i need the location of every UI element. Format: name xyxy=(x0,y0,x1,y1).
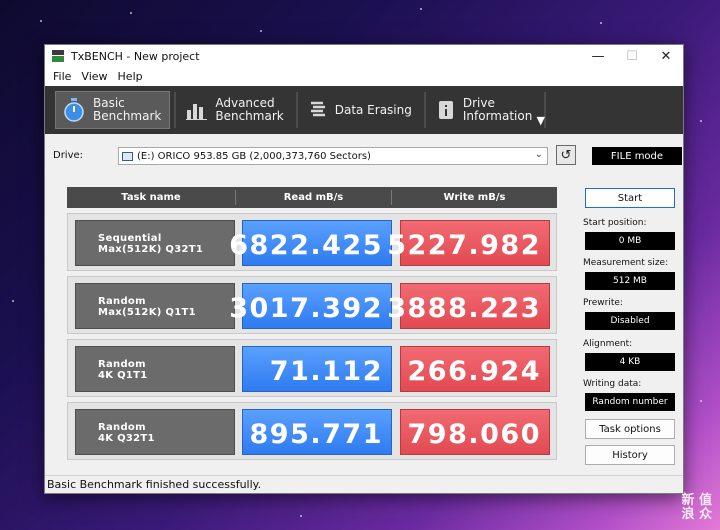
read-value: 6822.425 xyxy=(229,230,383,261)
stopwatch-icon xyxy=(64,98,84,122)
app-icon xyxy=(52,50,64,62)
grid-header: Task name Read mB/s Write mB/s xyxy=(67,187,557,208)
task-random-512k-q1t1-button[interactable]: Random Max(512K) Q1T1 xyxy=(75,283,235,329)
toolbar: Basic Benchmark Advanced Benchmark Data … xyxy=(45,86,683,134)
basic-benchmark-button[interactable]: Basic Benchmark xyxy=(55,91,171,129)
watermark-line-2: 浪 众 xyxy=(681,507,712,522)
writing-data-value[interactable]: Random number xyxy=(585,393,675,411)
read-value: 3017.392 xyxy=(229,293,383,324)
drive-information-button[interactable]: Drive Information xyxy=(430,91,540,129)
menu-file[interactable]: File xyxy=(48,70,76,83)
start-button[interactable]: Start xyxy=(585,188,675,208)
drive-information-label-2: Information xyxy=(462,109,533,123)
app-window: TxBENCH - New project — ☐ ✕ File View He… xyxy=(44,44,684,494)
task-sequential-q32t1-button[interactable]: Sequential Max(512K) Q32T1 xyxy=(75,220,235,266)
task-line-1: Random xyxy=(98,296,146,307)
read-value: 71.112 xyxy=(269,356,383,387)
drive-label: Drive: xyxy=(53,150,84,161)
toolbar-divider xyxy=(295,92,298,128)
task-line-2: Max(512K) Q1T1 xyxy=(98,307,196,318)
alignment-value[interactable]: 4 KB xyxy=(585,353,675,371)
write-value: 266.924 xyxy=(407,356,541,387)
bar-chart-icon xyxy=(186,104,208,120)
task-name-header: Task name xyxy=(121,192,181,203)
task-line-2: 4K Q1T1 xyxy=(98,370,148,381)
task-line-1: Sequential xyxy=(98,233,162,244)
read-value: 895.771 xyxy=(249,419,383,450)
task-random-4k-q1t1-button[interactable]: Random 4K Q1T1 xyxy=(75,346,235,392)
file-mode-display: FILE mode xyxy=(592,147,682,165)
close-button[interactable]: ✕ xyxy=(649,45,683,67)
advanced-benchmark-button[interactable]: Advanced Benchmark xyxy=(180,91,291,129)
read-header: Read mB/s xyxy=(283,192,344,203)
minimize-button[interactable]: — xyxy=(581,45,615,67)
task-random-4k-q32t1-button[interactable]: Random 4K Q32T1 xyxy=(75,409,235,455)
task-options-button[interactable]: Task options xyxy=(585,419,675,439)
result-row: Random 4K Q32T1 895.771 798.060 xyxy=(67,402,557,460)
chevron-down-icon: ⌄ xyxy=(534,149,543,160)
basic-benchmark-label-2: Benchmark xyxy=(93,109,162,123)
write-result: 3888.223 xyxy=(387,283,550,329)
menu-view[interactable]: View xyxy=(76,70,112,83)
prewrite-label: Prewrite: xyxy=(583,298,623,308)
drive-icon xyxy=(122,151,133,161)
read-result: 6822.425 xyxy=(229,220,392,266)
watermark-logo: 新 值 浪 众 xyxy=(681,494,712,522)
start-position-value[interactable]: 0 MB xyxy=(585,232,675,250)
menu-help[interactable]: Help xyxy=(113,70,148,83)
drive-select-value: (E:) ORICO 953.85 GB (2,000,373,760 Sect… xyxy=(137,150,371,162)
start-position-label: Start position: xyxy=(583,218,647,228)
write-result: 798.060 xyxy=(400,409,550,455)
drive-row: Drive: (E:) ORICO 953.85 GB (2,000,373,7… xyxy=(53,145,682,169)
measurement-size-label: Measurement size: xyxy=(583,258,669,268)
result-row: Random Max(512K) Q1T1 3017.392 3888.223 xyxy=(67,276,557,334)
prewrite-value[interactable]: Disabled xyxy=(585,312,675,330)
results-grid: Task name Read mB/s Write mB/s Sequentia… xyxy=(67,187,557,460)
toolbar-divider xyxy=(423,92,426,128)
advanced-benchmark-label-2: Benchmark xyxy=(215,109,284,123)
status-bar: Basic Benchmark finished successfully. xyxy=(45,475,683,493)
result-row: Random 4K Q1T1 71.112 266.924 xyxy=(67,339,557,397)
read-result: 71.112 xyxy=(242,346,392,392)
eraser-icon xyxy=(310,101,325,117)
task-line-1: Random xyxy=(98,359,146,370)
write-value: 3888.223 xyxy=(387,293,541,324)
write-value: 5227.982 xyxy=(387,230,541,261)
history-button[interactable]: History xyxy=(585,445,675,465)
read-result: 3017.392 xyxy=(229,283,392,329)
drive-select[interactable]: (E:) ORICO 953.85 GB (2,000,373,760 Sect… xyxy=(118,147,548,165)
data-erasing-label: Data Erasing xyxy=(334,102,412,117)
window-title: TxBENCH - New project xyxy=(71,49,200,63)
task-line-1: Random xyxy=(98,422,146,433)
write-result: 266.924 xyxy=(400,346,550,392)
toolbar-divider xyxy=(174,92,177,128)
task-line-2: Max(512K) Q32T1 xyxy=(98,244,204,255)
alignment-label: Alignment: xyxy=(583,339,633,349)
info-icon xyxy=(438,101,453,119)
menu-bar: File View Help xyxy=(45,67,683,86)
task-line-2: 4K Q32T1 xyxy=(98,433,155,444)
watermark-line-1: 新 值 xyxy=(681,493,712,508)
toolbar-more-dropdown[interactable]: ▼ xyxy=(537,114,545,127)
data-erasing-button[interactable]: Data Erasing xyxy=(302,91,420,129)
measurement-size-value[interactable]: 512 MB xyxy=(585,272,675,290)
write-header: Write mB/s xyxy=(443,192,506,203)
maximize-button[interactable]: ☐ xyxy=(615,45,649,67)
write-result: 5227.982 xyxy=(387,220,550,266)
read-result: 895.771 xyxy=(242,409,392,455)
write-value: 798.060 xyxy=(407,419,541,450)
refresh-button[interactable]: ↺ xyxy=(556,145,576,165)
title-bar: TxBENCH - New project — ☐ ✕ xyxy=(45,45,683,67)
writing-data-label: Writing data: xyxy=(583,379,642,389)
result-row: Sequential Max(512K) Q32T1 6822.425 5227… xyxy=(67,213,557,271)
